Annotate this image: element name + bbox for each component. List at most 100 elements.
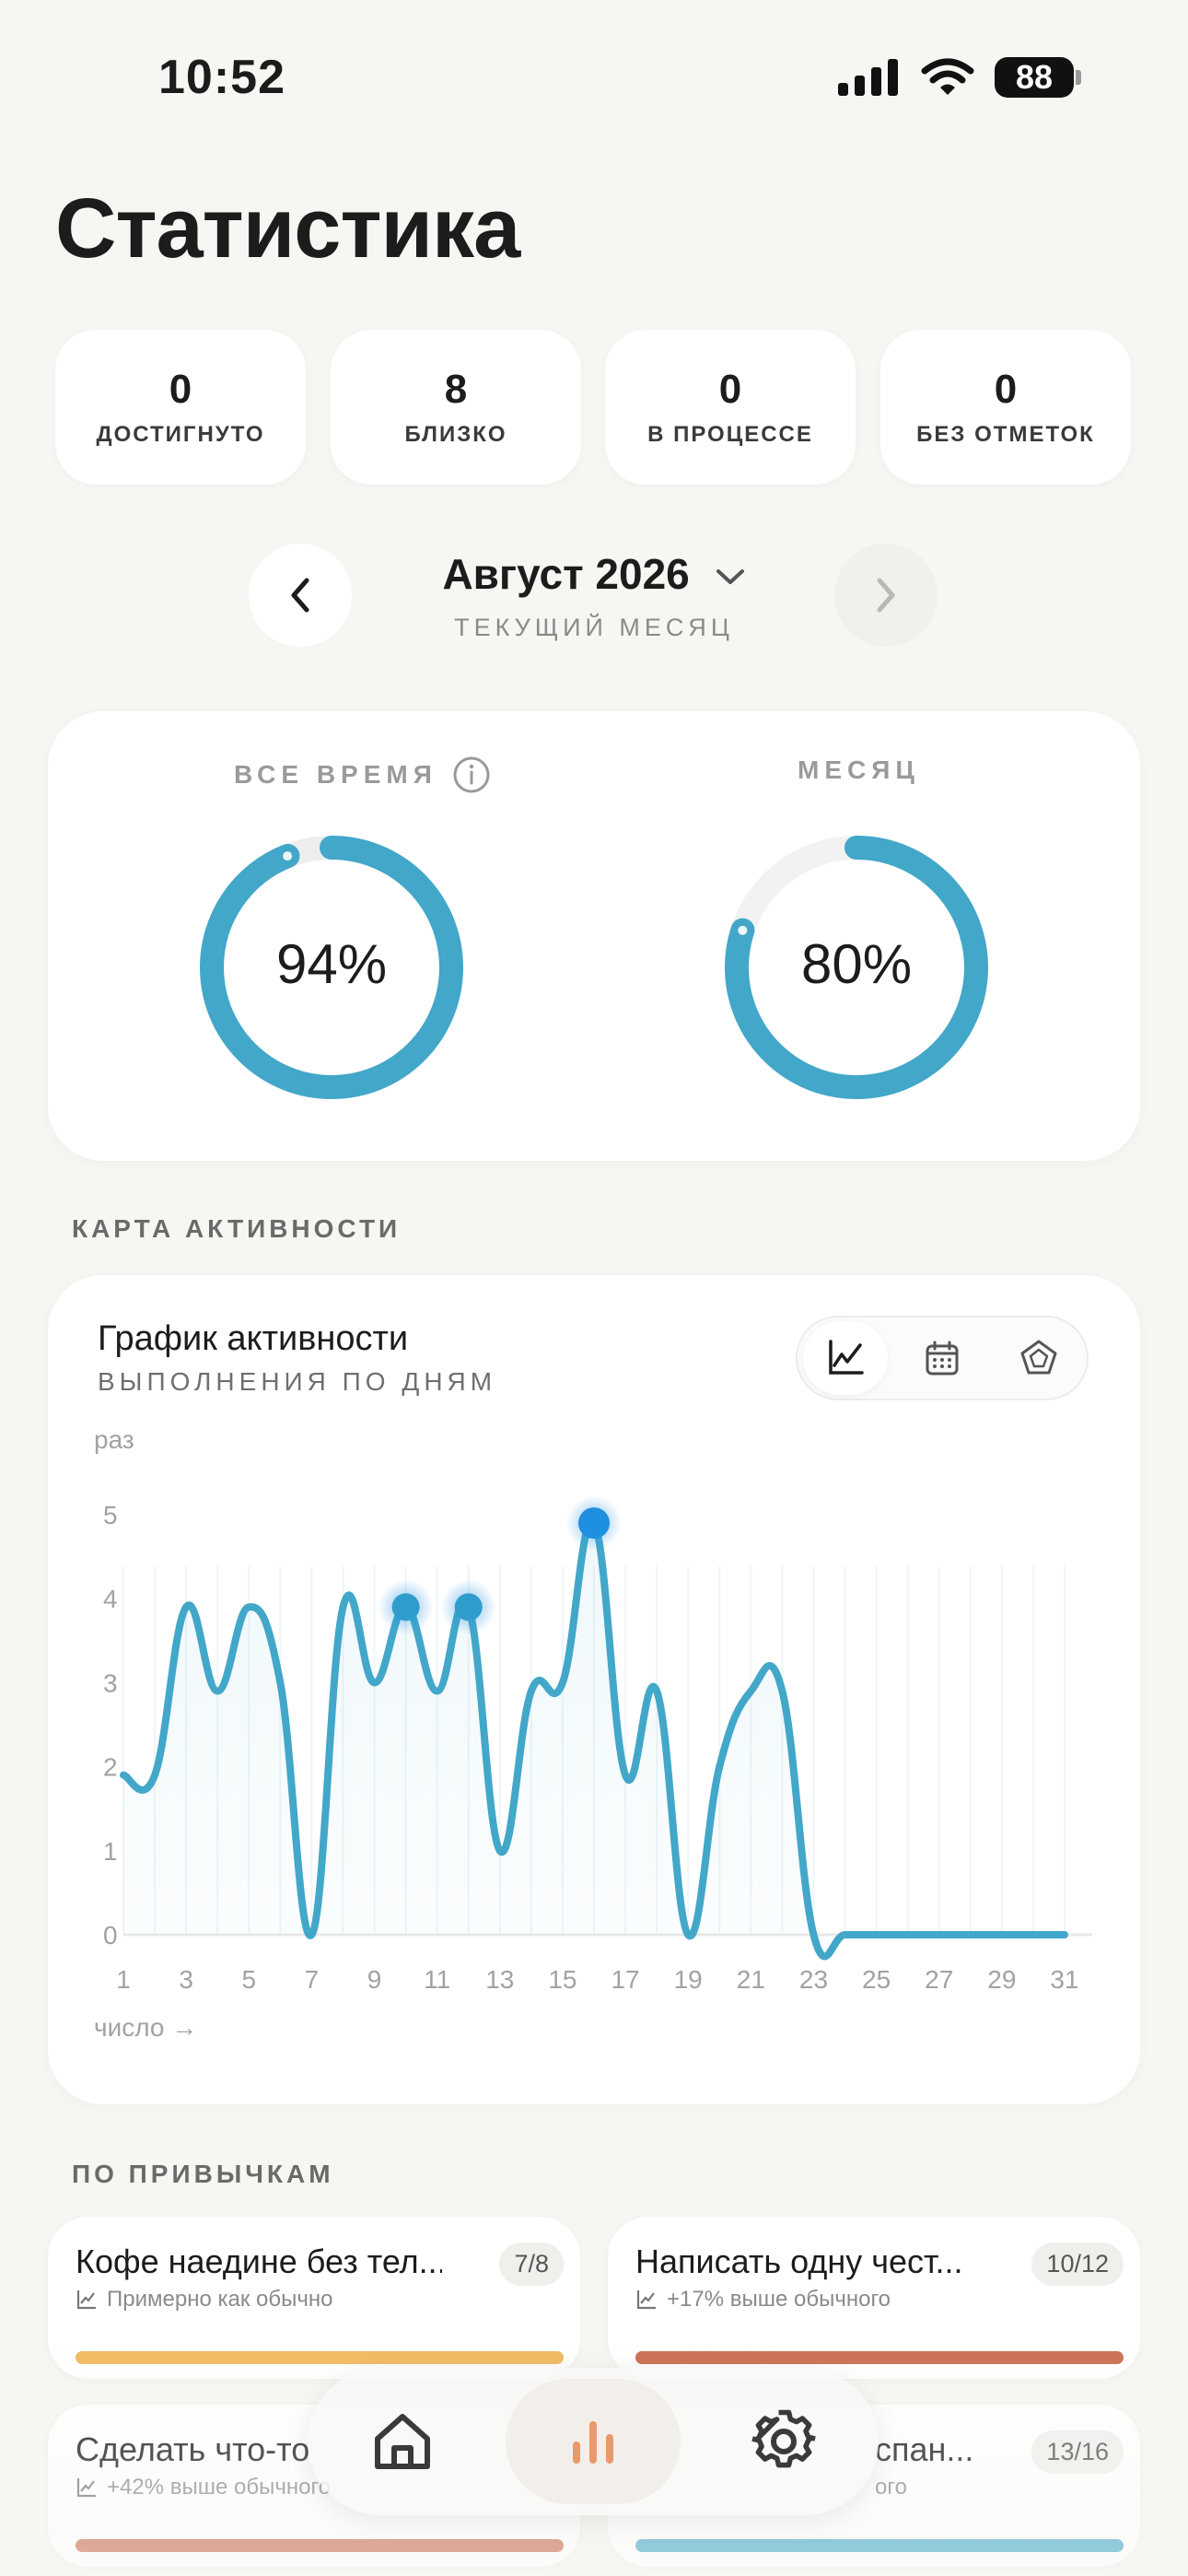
x-tick-label: 15 — [548, 1965, 577, 1994]
habit-progress-bar — [635, 2351, 1124, 2364]
stat-card-close[interactable]: 8 БЛИЗКО — [331, 330, 581, 485]
y-tick-label: 2 — [103, 1753, 118, 1782]
activity-area — [123, 1521, 1065, 1957]
chevron-right-icon — [877, 578, 895, 613]
page-title: Статистика — [55, 181, 520, 275]
habit-count-badge: 10/12 — [1031, 2242, 1124, 2286]
habit-name: спан... — [875, 2430, 974, 2468]
habit-trend-text: +42% выше обычного — [107, 2475, 332, 2500]
trend-icon — [76, 2290, 96, 2310]
habit-trend-text: +17% выше обычного — [667, 2287, 891, 2312]
tab-settings[interactable] — [696, 2379, 871, 2504]
stat-value: 0 — [994, 367, 1018, 412]
highlight-point[interactable] — [578, 1507, 610, 1540]
calendar-icon — [926, 1341, 959, 1376]
stat-label: ДОСТИГНУТО — [96, 422, 265, 447]
stat-card-unmarked[interactable]: 0 БЕЗ ОТМЕТОК — [880, 330, 1131, 485]
battery-icon: 88 — [995, 57, 1081, 98]
habit-count-badge: 7/8 — [499, 2242, 564, 2286]
stat-card-achieved[interactable]: 0 ДОСТИГНУТО — [55, 330, 306, 485]
x-tick-label: 19 — [674, 1965, 703, 1994]
x-tick-label: 29 — [987, 1965, 1016, 1994]
trend-icon — [636, 2290, 656, 2310]
habit-trend-text: ого — [875, 2475, 907, 2500]
habit-name: Написать одну чест... — [635, 2242, 963, 2280]
habit-card[interactable]: Кофе наедине без тел... Примерно как обы… — [48, 2217, 580, 2379]
chart-view-toggle — [796, 1316, 1089, 1400]
trend-icon — [76, 2478, 96, 2498]
month-subtitle: ТЕКУЩИЙ МЕСЯЦ — [454, 614, 734, 641]
y-tick-label: 3 — [103, 1669, 118, 1697]
stat-card-in-progress[interactable]: 0 В ПРОЦЕССЕ — [605, 330, 856, 485]
ring-month-value: 80% — [800, 933, 913, 995]
habit-trend-text: Примерно как обычно — [107, 2287, 333, 2312]
x-tick-label: 17 — [611, 1965, 639, 1994]
stat-label: В ПРОЦЕССЕ — [647, 422, 813, 447]
habit-name: Кофе наедине без тел... — [76, 2242, 442, 2280]
highlight-point[interactable] — [391, 1593, 420, 1622]
x-axis-label: число → — [94, 2013, 197, 2042]
ring-month-label: МЕСЯЦ — [798, 755, 920, 784]
line-chart-icon — [829, 1340, 865, 1375]
chevron-down-icon — [716, 568, 744, 584]
highlight-point[interactable] — [454, 1593, 483, 1622]
tab-stats[interactable] — [505, 2379, 681, 2504]
y-tick-label: 1 — [103, 1837, 118, 1866]
battery-level: 88 — [995, 57, 1074, 98]
habit-progress-bar — [76, 2351, 564, 2364]
section-by-habits: ПО ПРИВЫЧКАМ — [72, 2160, 334, 2188]
x-tick-label: 21 — [737, 1965, 765, 1994]
x-tick-label: 31 — [1050, 1965, 1078, 1994]
stats-icon — [572, 2421, 613, 2464]
x-tick-label: 27 — [925, 1965, 953, 1994]
signal-icon — [838, 59, 898, 96]
habit-card[interactable]: Написать одну чест... +17% выше обычного… — [608, 2217, 1140, 2379]
y-tick-label: 5 — [103, 1501, 118, 1529]
view-line-button[interactable] — [803, 1321, 889, 1395]
habit-count-badge: 13/16 — [1031, 2430, 1124, 2474]
chart-subtitle: ВЫПОЛНЕНИЯ ПО ДНЯМ — [98, 1367, 497, 1396]
x-tick-label: 13 — [485, 1965, 514, 1994]
chart-title: График активности — [98, 1319, 409, 1358]
x-tick-label: 5 — [241, 1965, 256, 1994]
x-tick-label: 3 — [179, 1965, 193, 1994]
habit-trend: Примерно как обычно — [76, 2287, 332, 2313]
habit-trend: +42% выше обычного — [76, 2475, 331, 2500]
activity-line-chart: раз 012345 1 3 5 7 9 11 13 15 17 19 21 23 25 27 29 31 ч… — [94, 1425, 1092, 2042]
stat-value: 0 — [718, 367, 742, 412]
habit-progress-bar — [635, 2539, 1124, 2552]
stat-value: 0 — [169, 367, 192, 412]
stat-label: БЛИЗКО — [404, 422, 507, 447]
x-tick-label: 9 — [367, 1965, 382, 1994]
next-month-button[interactable] — [834, 544, 938, 647]
x-tick-label: 25 — [862, 1965, 891, 1994]
ring-all-time-header: ВСЕ ВРЕМЯ — [234, 755, 491, 794]
habit-trend: +17% выше обычного — [635, 2287, 891, 2313]
tab-bar — [308, 2368, 879, 2515]
y-tick-label: 4 — [103, 1585, 118, 1613]
month-selector[interactable]: Август 2026 — [0, 549, 1188, 599]
month-title: Август 2026 — [442, 550, 690, 598]
view-calendar-button[interactable] — [900, 1321, 984, 1395]
habit-progress-bar — [76, 2539, 564, 2552]
y-axis-label: раз — [94, 1425, 134, 1454]
y-tick-label: 0 — [103, 1921, 118, 1950]
stat-label: БЕЗ ОТМЕТОК — [916, 422, 1095, 447]
info-icon[interactable] — [452, 755, 491, 794]
home-icon — [375, 2414, 431, 2469]
tab-home[interactable] — [315, 2379, 490, 2504]
wifi-icon — [921, 58, 974, 95]
x-tick-label: 7 — [305, 1965, 320, 1994]
settings-icon — [751, 2409, 816, 2468]
habit-trend: ого — [875, 2475, 907, 2500]
view-radar-button[interactable] — [996, 1321, 1081, 1395]
x-tick-label: 23 — [799, 1965, 828, 1994]
status-icons: 88 — [838, 57, 1081, 98]
x-tick-label: 1 — [116, 1965, 131, 1994]
ring-all-time-value: 94% — [275, 933, 388, 995]
section-activity-map: КАРТА АКТИВНОСТИ — [72, 1214, 402, 1243]
ring-all-time-label: ВСЕ ВРЕМЯ — [234, 760, 437, 789]
stat-value: 8 — [444, 367, 468, 412]
status-time: 10:52 — [158, 51, 285, 104]
pentagon-icon — [1020, 1340, 1057, 1375]
